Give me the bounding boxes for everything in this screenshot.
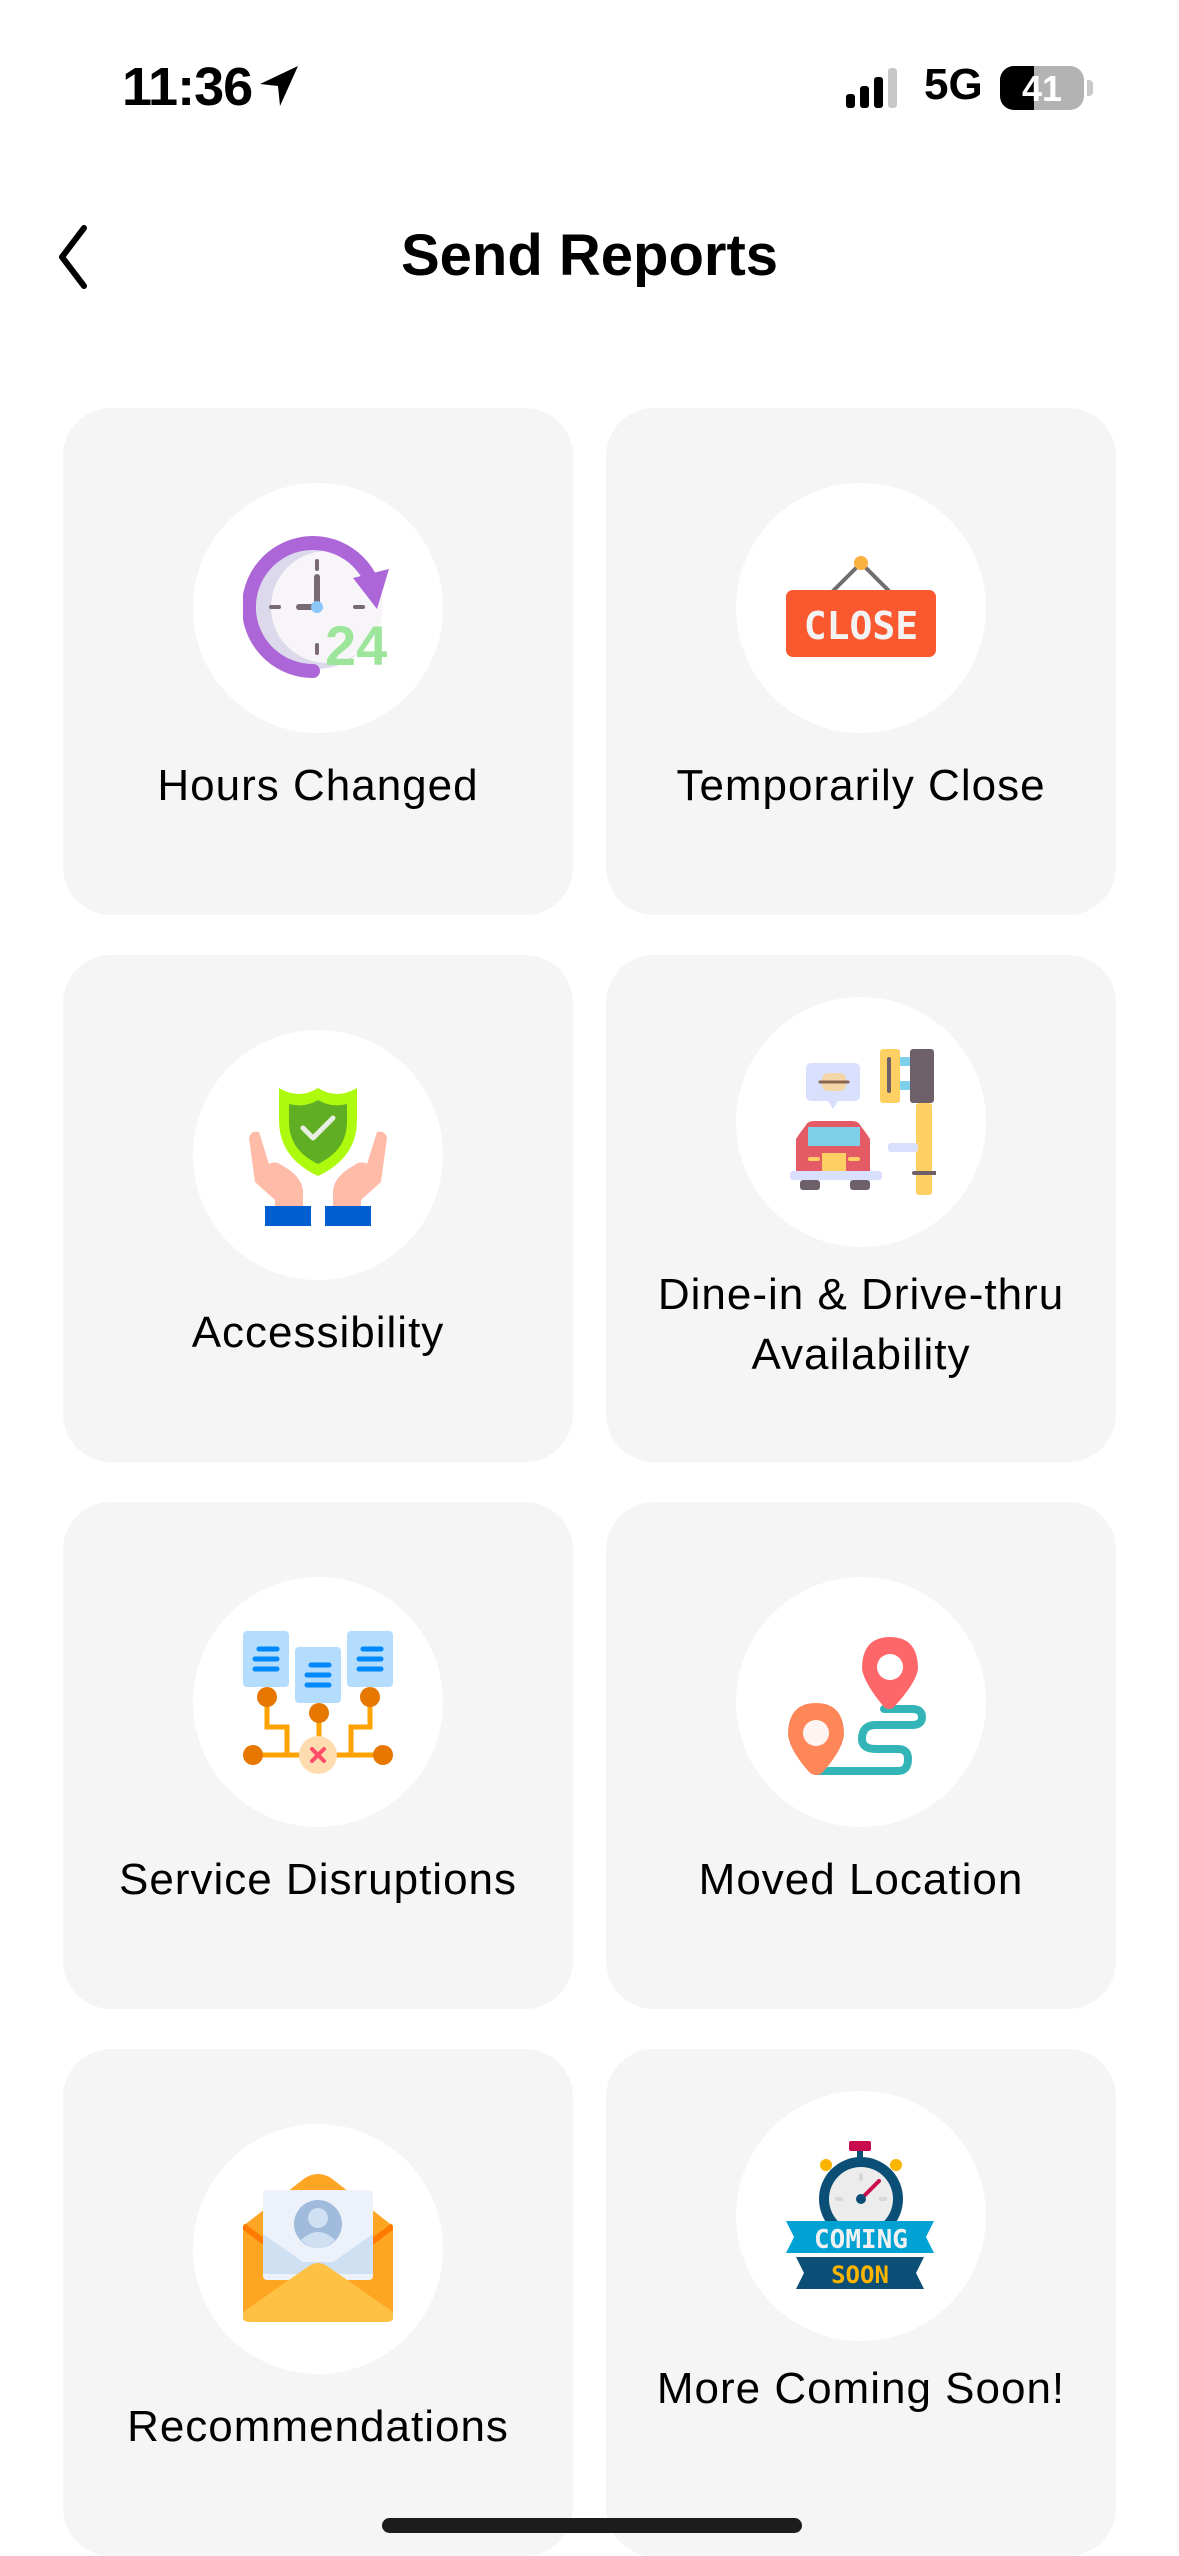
battery-icon: 41 [1000, 66, 1084, 110]
card-label: Temporarily Close [676, 761, 1046, 810]
location-route-icon [788, 1637, 927, 1775]
icon-circle [193, 1577, 443, 1827]
close-sign-icon: CLOSE [786, 556, 936, 657]
report-card-temporarily-close[interactable]: CLOSE Temporarily Close [606, 408, 1116, 915]
icon-circle [736, 1577, 986, 1827]
svg-text:24: 24 [325, 614, 387, 677]
battery-cap [1087, 80, 1093, 96]
coming-text: COMING [814, 2225, 908, 2255]
clock-24-icon: 24 [243, 536, 389, 678]
card-label: Dine-in & Drive-thru Availability [657, 1270, 1065, 1379]
shield-hands-icon [249, 1088, 387, 1226]
report-card-more-coming-soon[interactable]: COMING SOON More Coming Soon! [606, 2049, 1116, 2556]
status-time: 11:36 [122, 57, 253, 117]
report-card-accessibility[interactable]: Accessibility [63, 955, 573, 1462]
signal-strength-icon [846, 68, 897, 108]
status-bar: 11:36 5G 41 [0, 0, 1179, 170]
battery-percent: 41 [1021, 68, 1063, 109]
envelope-contact-icon [243, 2174, 393, 2322]
page-title: Send Reports [400, 223, 779, 288]
card-label: Recommendations [127, 2402, 509, 2451]
card-label: Hours Changed [157, 761, 479, 810]
card-label: Moved Location [698, 1855, 1024, 1904]
home-indicator[interactable] [382, 2518, 802, 2533]
card-label: Accessibility [191, 1308, 445, 1357]
report-card-moved-location[interactable]: Moved Location [606, 1502, 1116, 2009]
icon-circle: CLOSE [736, 483, 986, 733]
report-card-service-disruptions[interactable]: Service Disruptions [63, 1502, 573, 2009]
icon-circle: COMING SOON [736, 2091, 986, 2341]
report-options-grid: 24 Hours Changed CLOSE Temporarily Close [63, 408, 1116, 2556]
drive-thru-icon [790, 1049, 936, 1195]
close-sign-text: CLOSE [804, 604, 918, 648]
soon-text: SOON [831, 2261, 889, 2289]
icon-circle: 24 [193, 483, 443, 733]
icon-circle [193, 2124, 443, 2374]
card-label: Service Disruptions [118, 1855, 518, 1904]
network-type: 5G [924, 60, 983, 109]
icon-circle [736, 997, 986, 1247]
coming-soon-stopwatch-icon: COMING SOON [786, 2141, 934, 2289]
report-card-hours-changed[interactable]: 24 Hours Changed [63, 408, 573, 915]
report-card-dine-in-drive-thru[interactable]: Dine-in & Drive-thru Availability [606, 955, 1116, 1462]
report-card-recommendations[interactable]: Recommendations [63, 2049, 573, 2556]
location-arrow-icon [260, 66, 298, 106]
network-disruption-icon [243, 1631, 393, 1774]
card-label: More Coming Soon! [656, 2364, 1066, 2413]
icon-circle [193, 1030, 443, 1280]
